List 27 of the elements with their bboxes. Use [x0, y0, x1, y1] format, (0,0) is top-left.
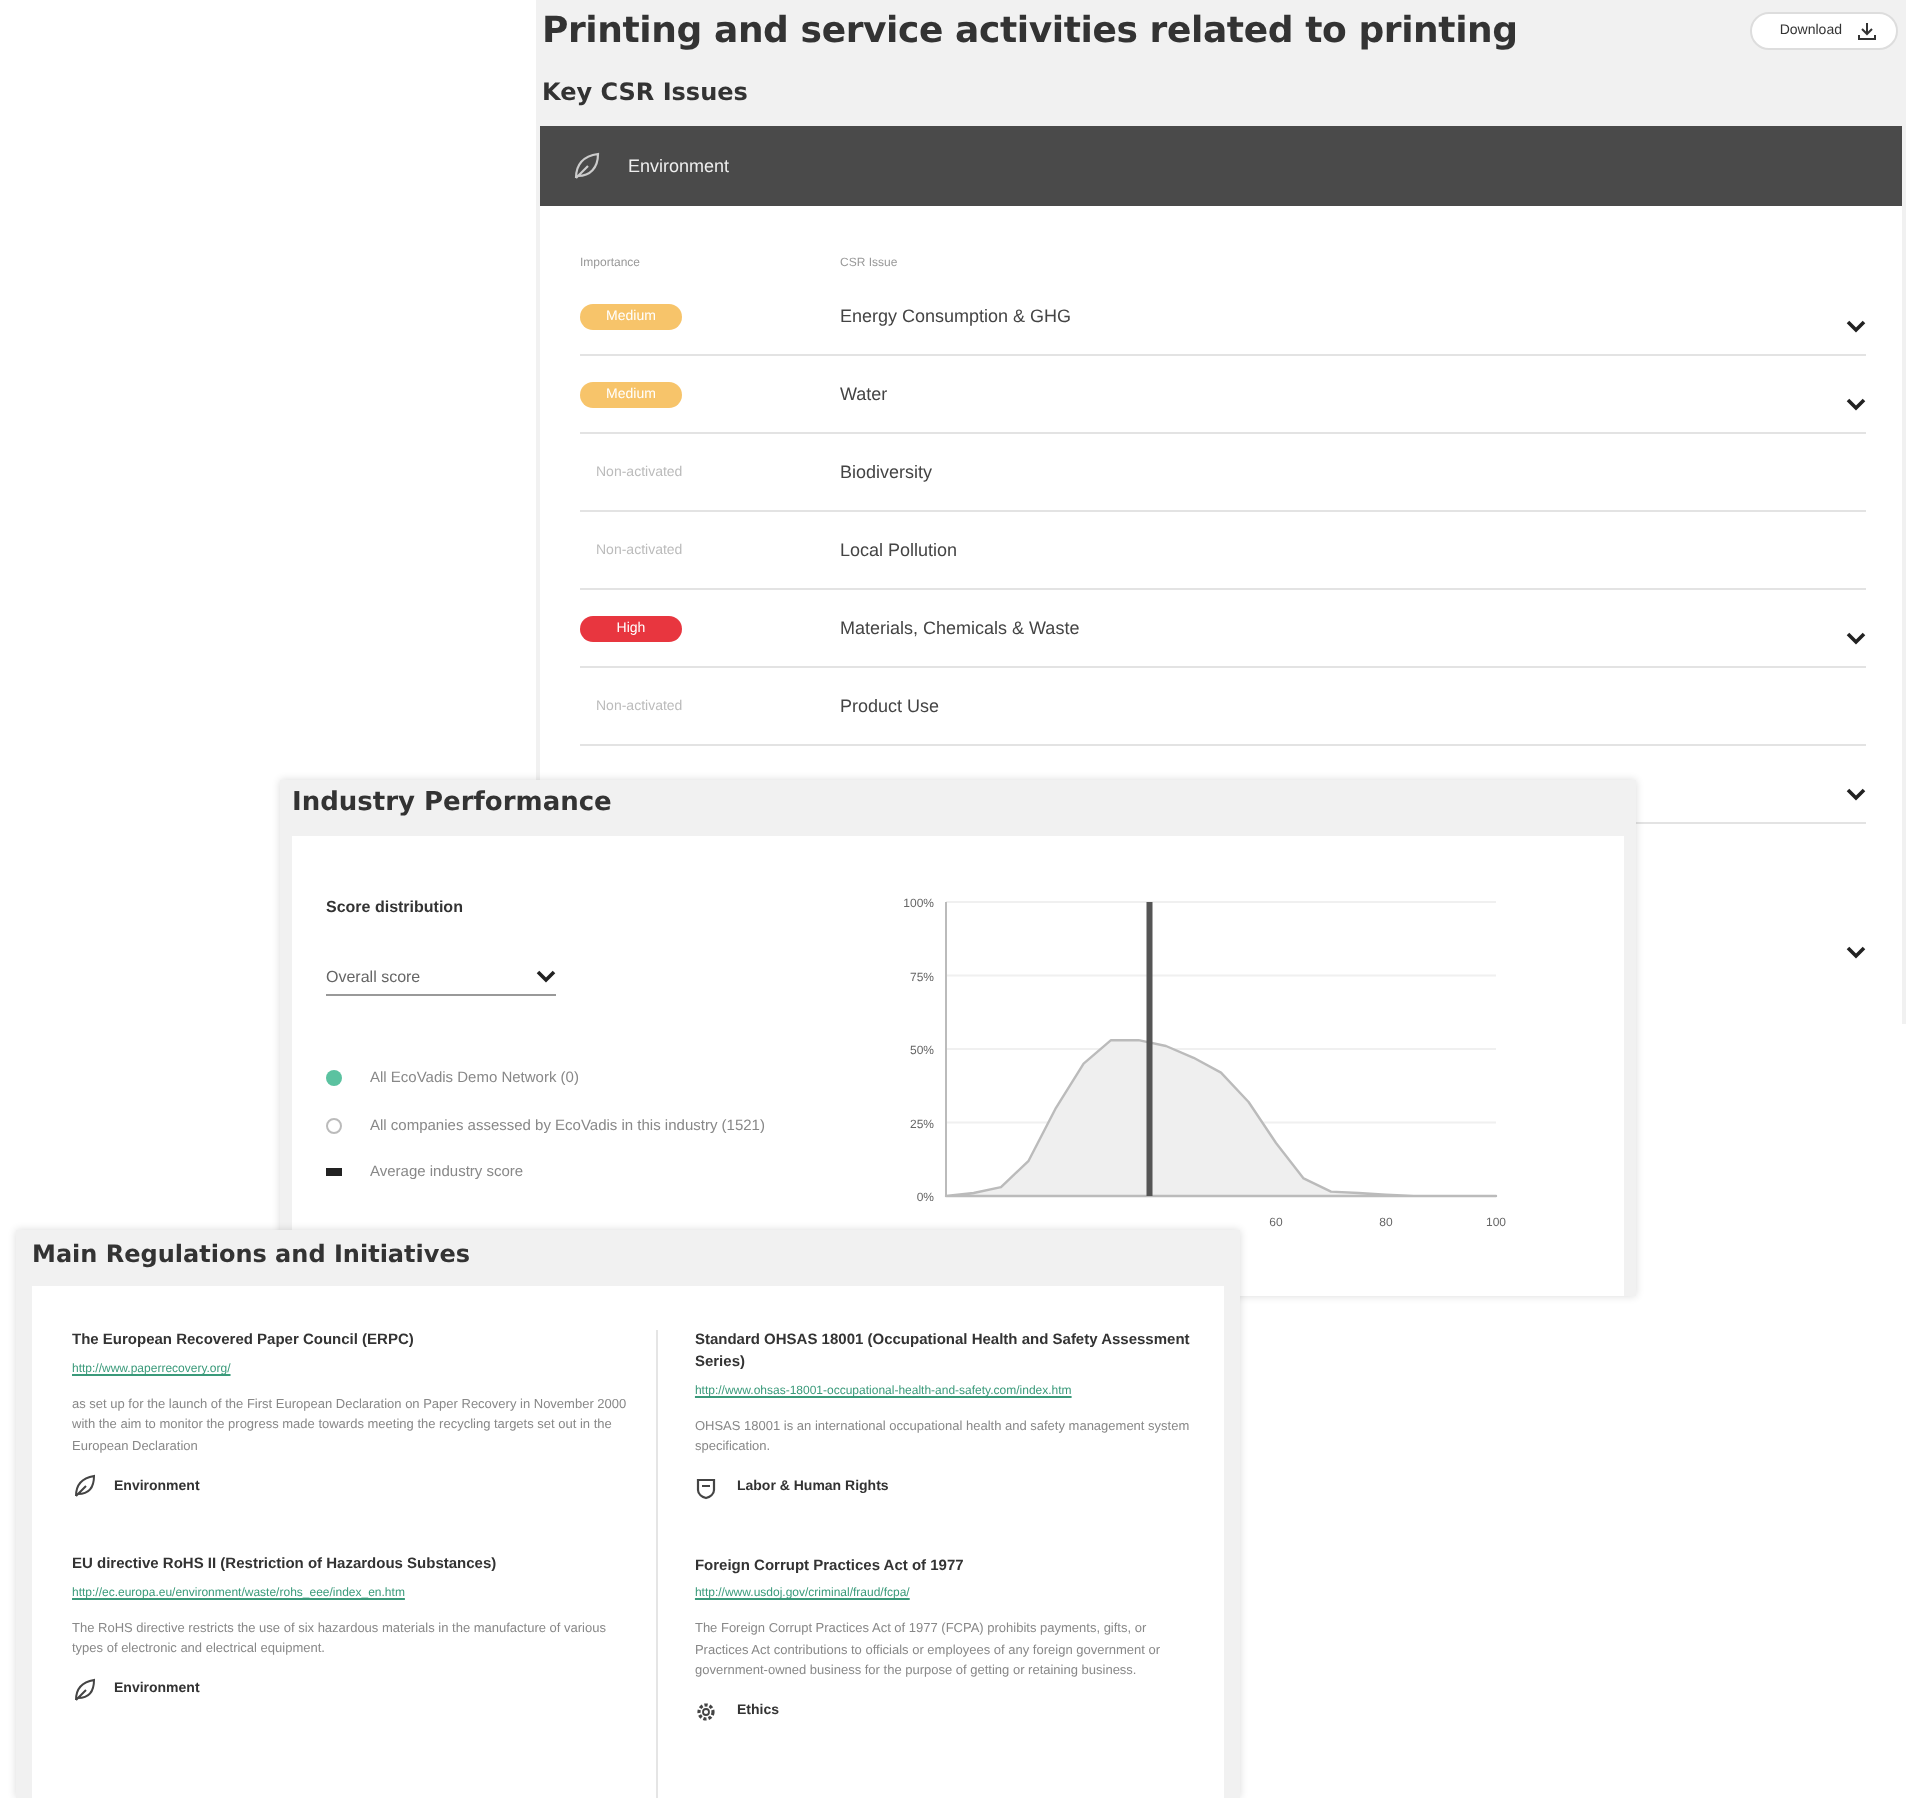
leaf-icon: [72, 1677, 96, 1702]
legend-ring: [326, 1117, 342, 1134]
legend-dot: [326, 1070, 342, 1087]
section-title: Industry Performance: [292, 786, 614, 822]
section-title: Key CSR Issues: [542, 78, 750, 106]
page-title: Printing and service activities related to printing: [542, 10, 1518, 52]
issue-name: Product Use: [840, 696, 940, 716]
shield-icon: [694, 1475, 719, 1500]
gear-icon: [694, 1699, 719, 1724]
issue-name: Water: [840, 384, 888, 404]
chevron-icon[interactable]: [1846, 787, 1866, 801]
chevron-icon[interactable]: [1846, 319, 1866, 333]
issue-name: Energy Consumption & GHG: [840, 306, 1072, 326]
chevron-icon[interactable]: [1846, 945, 1866, 959]
issue-name: Materials, Chemicals & Waste: [840, 618, 1080, 638]
download-icon: [1858, 22, 1876, 40]
chevron-icon[interactable]: [1846, 631, 1866, 645]
chart-title: Score distribution: [326, 898, 465, 916]
chevron-icon: [536, 970, 556, 984]
theme-label: Environment: [628, 156, 730, 176]
leaf-icon: [572, 152, 600, 180]
chevron-icon[interactable]: [1846, 397, 1866, 411]
score-dropdown[interactable]: Overall score: [326, 968, 556, 996]
issue-name: Local Pollution: [840, 540, 958, 560]
leaf-icon: [72, 1474, 96, 1499]
issue-name: Biodiversity: [840, 462, 933, 482]
section-title: Main Regulations and Initiatives: [32, 1238, 472, 1272]
